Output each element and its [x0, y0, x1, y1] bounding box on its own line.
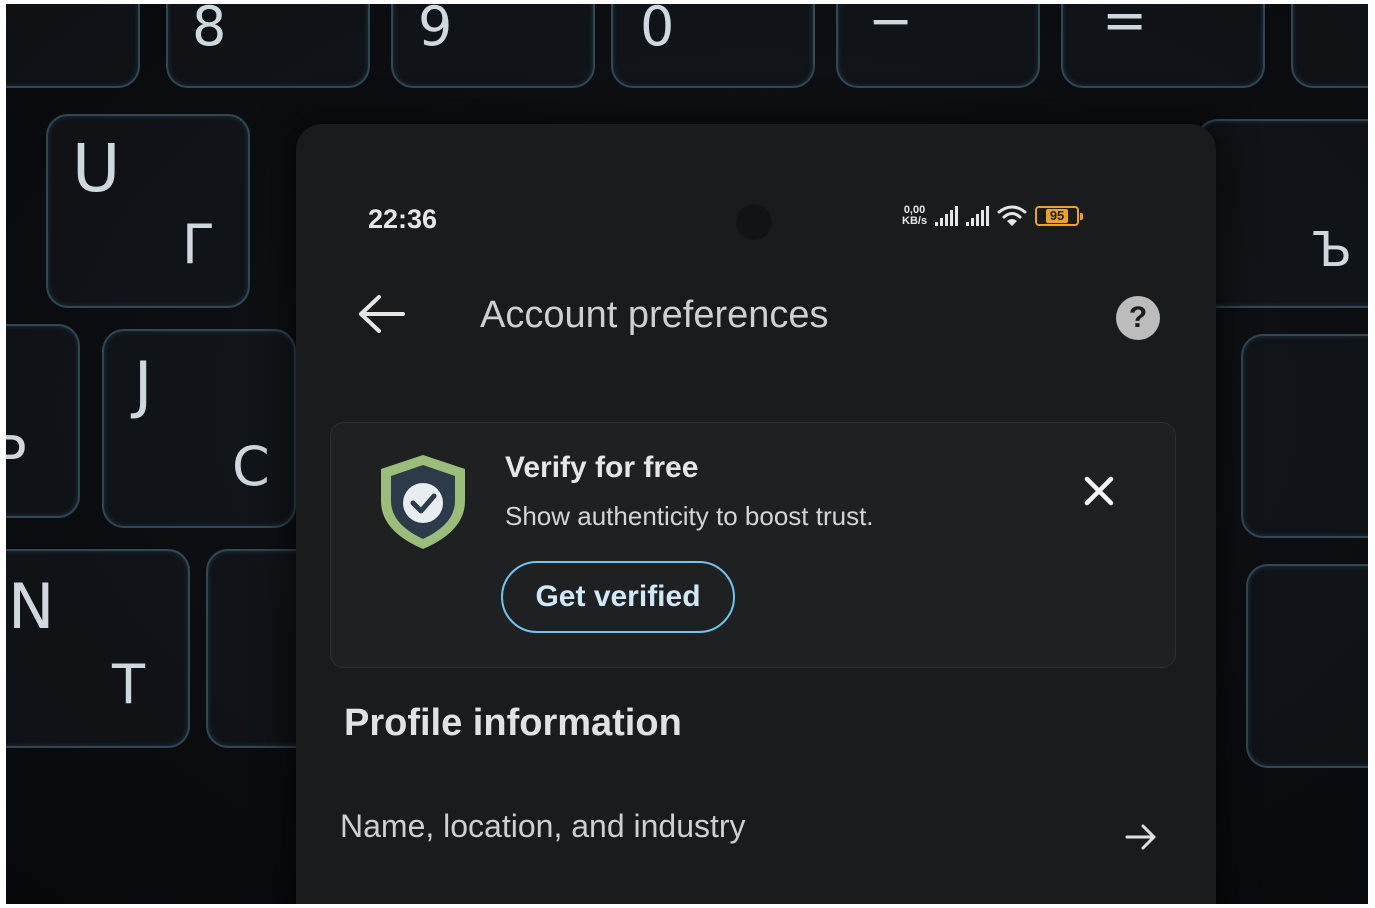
verify-title: Verify for free — [505, 451, 699, 484]
verify-subtitle: Show authenticity to boost trust. — [505, 501, 874, 531]
section-title: Profile information — [344, 702, 682, 744]
network-speed: 0,00 KB/s — [902, 205, 927, 227]
keyboard-glyph: N — [8, 570, 55, 643]
keyboard-glyph: − — [868, 4, 914, 52]
shield-check-icon — [381, 455, 465, 549]
close-icon — [1084, 476, 1114, 506]
list-item-name-location-industry[interactable]: Name, location, and industry — [324, 784, 1184, 864]
keyboard-glyph: 9 — [418, 4, 453, 58]
question-mark-icon: ? — [1128, 301, 1148, 334]
keyboard-glyph: Ъ — [1312, 222, 1352, 278]
battery-level: 95 — [1045, 209, 1069, 223]
arrow-left-icon — [359, 295, 405, 333]
keyboard-key — [1241, 334, 1368, 538]
page-title: Account preferences — [480, 294, 829, 336]
keyboard-glyph: = — [1102, 4, 1148, 52]
keyboard-key — [836, 4, 1040, 88]
keyboard-key — [1291, 4, 1368, 88]
keyboard-key — [1196, 119, 1368, 308]
keyboard-key — [6, 4, 140, 88]
keyboard-key — [102, 329, 296, 528]
verify-card: Verify for free Show authenticity to boo… — [330, 422, 1176, 668]
keyboard-glyph: Г — [182, 213, 215, 276]
wifi-icon — [997, 205, 1027, 226]
photo-background: 8 9 0 − = U Г J P C N T Ъ 22:36 0,00 KB/… — [6, 4, 1368, 904]
network-speed-unit: KB/s — [902, 215, 928, 227]
keyboard-glyph: 8 — [192, 4, 227, 58]
keyboard-glyph: J — [134, 348, 153, 421]
phone-screen: 22:36 0,00 KB/s 95 Account preferences ?… — [296, 124, 1216, 904]
arrow-right-icon — [1125, 824, 1156, 850]
keyboard-key — [6, 324, 80, 518]
keyboard-key — [1246, 564, 1368, 768]
list-item-label: Name, location, and industry — [340, 808, 746, 844]
status-icons: 0,00 KB/s 95 — [902, 204, 1084, 228]
keyboard-glyph: 0 — [640, 4, 675, 58]
signal-icon — [935, 206, 959, 226]
front-camera — [736, 204, 772, 240]
close-button[interactable] — [1079, 471, 1119, 511]
signal-icon — [966, 206, 990, 226]
keyboard-glyph: T — [112, 653, 145, 716]
keyboard-glyph: C — [232, 435, 270, 498]
get-verified-button[interactable]: Get verified — [501, 561, 735, 633]
status-time: 22:36 — [368, 204, 438, 234]
back-button[interactable] — [351, 289, 411, 339]
keyboard-glyph: U — [72, 130, 121, 207]
keyboard-key — [1061, 4, 1265, 88]
battery-icon: 95 — [1035, 206, 1084, 226]
keyboard-glyph: P — [6, 425, 27, 488]
help-button[interactable]: ? — [1116, 296, 1160, 340]
